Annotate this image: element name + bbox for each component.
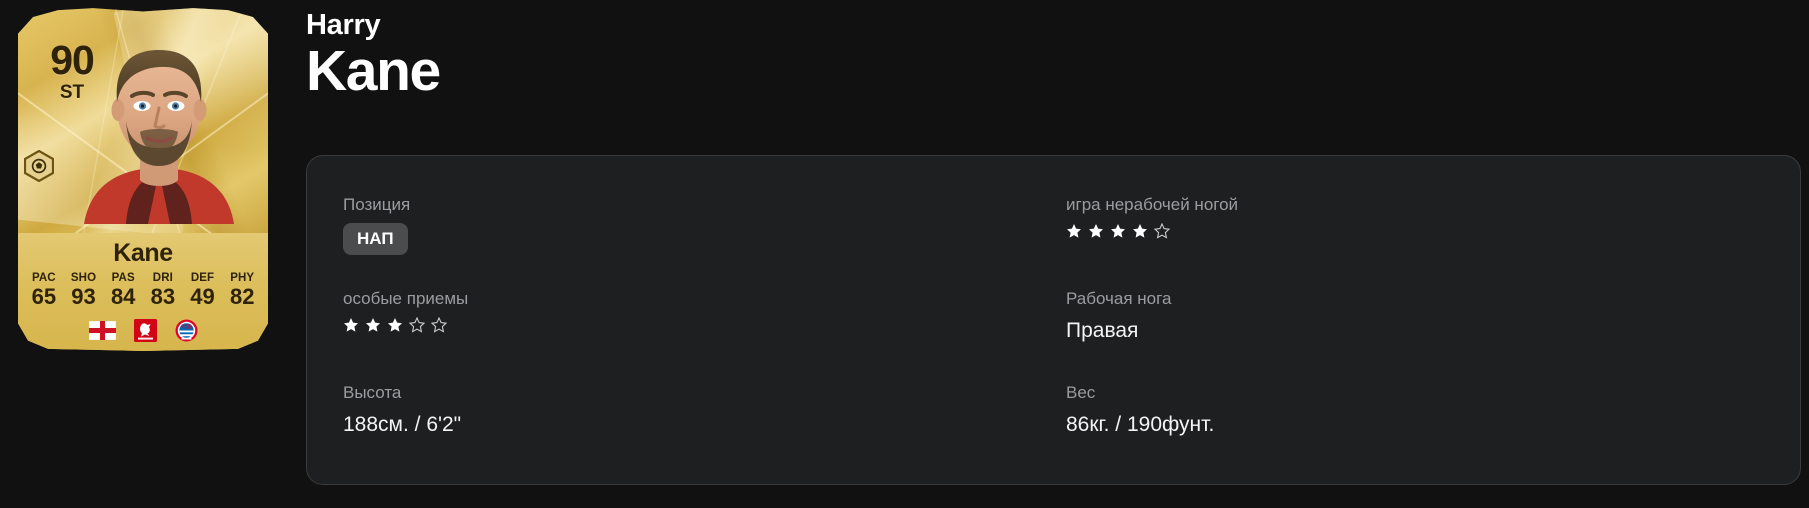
player-card[interactable]: 90 ST Kane PAC 65 SHO 93 PAS 84 DRI 83 D… xyxy=(18,6,268,351)
star-empty-icon xyxy=(431,317,447,333)
card-stat: DEF 49 xyxy=(183,272,223,308)
field-skill-moves: особые приемы xyxy=(343,288,1066,382)
player-first-name: Harry xyxy=(306,9,381,41)
field-label: особые приемы xyxy=(343,289,469,308)
field-value: 188см. / 6'2" xyxy=(343,413,462,437)
player-card-gold-frame: 90 ST Kane PAC 65 SHO 93 PAS 84 DRI 83 D… xyxy=(18,8,268,351)
nation-flag-england-icon xyxy=(88,321,116,340)
skill-moves-stars xyxy=(343,317,1066,333)
field-value: Правая xyxy=(1066,319,1139,343)
card-stat-value: 83 xyxy=(150,284,176,310)
card-stat: PAS 84 xyxy=(103,272,143,308)
card-stats-row: PAC 65 SHO 93 PAS 84 DRI 83 DEF 49 PHY 8… xyxy=(24,272,262,308)
field-weak-foot: игра нерабочей ногой xyxy=(1066,194,1764,288)
field-label: игра нерабочей ногой xyxy=(1066,195,1239,214)
player-name-header: Harry Kane xyxy=(306,8,441,104)
star-filled-icon xyxy=(1067,224,1081,238)
player-attributes-panel: Позиция НАП игра нерабочей ногой особые … xyxy=(306,155,1801,485)
field-value: 86кг. / 190фунт. xyxy=(1066,413,1215,437)
card-stat-value: 82 xyxy=(229,284,255,310)
attributes-grid: Позиция НАП игра нерабочей ногой особые … xyxy=(343,194,1764,476)
field-label: Вес xyxy=(1066,383,1096,402)
card-stat-value: 93 xyxy=(71,284,96,310)
weak-foot-stars xyxy=(1066,223,1764,239)
star-empty-icon xyxy=(1154,223,1170,239)
card-player-surname: Kane xyxy=(113,239,173,267)
club-bayern-munich-icon: FCB xyxy=(175,319,198,342)
card-rating-block: 90 ST xyxy=(40,37,104,104)
league-bundesliga-icon xyxy=(133,319,157,342)
card-bottom-plate: Kane PAC 65 SHO 93 PAS 84 DRI 83 DEF 49 … xyxy=(18,233,268,351)
card-stat-value: 65 xyxy=(31,284,57,310)
star-filled-icon xyxy=(1133,224,1147,238)
field-label: Рабочая нога xyxy=(1066,289,1172,308)
position-chip[interactable]: НАП xyxy=(343,223,408,256)
star-filled-icon xyxy=(1089,224,1103,238)
player-detail-page: 90 ST Kane PAC 65 SHO 93 PAS 84 DRI 83 D… xyxy=(0,0,1809,508)
card-stat: SHO 93 xyxy=(64,272,104,308)
card-badges-row: FCB xyxy=(18,319,268,342)
star-filled-icon xyxy=(1111,224,1125,238)
star-empty-icon xyxy=(409,317,425,333)
chemistry-pentagon-icon xyxy=(23,149,55,183)
star-filled-icon xyxy=(344,318,358,332)
field-label: Позиция xyxy=(343,195,411,214)
player-last-name: Kane xyxy=(306,39,441,104)
card-stat: PHY 82 xyxy=(222,272,262,308)
card-stat: DRI 83 xyxy=(143,272,183,308)
star-filled-icon xyxy=(366,318,380,332)
field-label: Высота xyxy=(343,383,402,402)
field-height: Высота 188см. / 6'2" xyxy=(343,382,1066,476)
card-stat: PAC 65 xyxy=(24,272,64,308)
svg-text:FCB: FCB xyxy=(181,325,192,331)
card-position: ST xyxy=(59,81,85,103)
field-weight: Вес 86кг. / 190фунт. xyxy=(1066,382,1764,476)
card-stat-value: 84 xyxy=(110,284,136,310)
field-position: Позиция НАП xyxy=(343,194,1066,288)
star-filled-icon xyxy=(388,318,402,332)
card-stat-value: 49 xyxy=(190,284,215,310)
card-overall-rating: 90 xyxy=(50,37,95,83)
field-preferred-foot: Рабочая нога Правая xyxy=(1066,288,1764,382)
